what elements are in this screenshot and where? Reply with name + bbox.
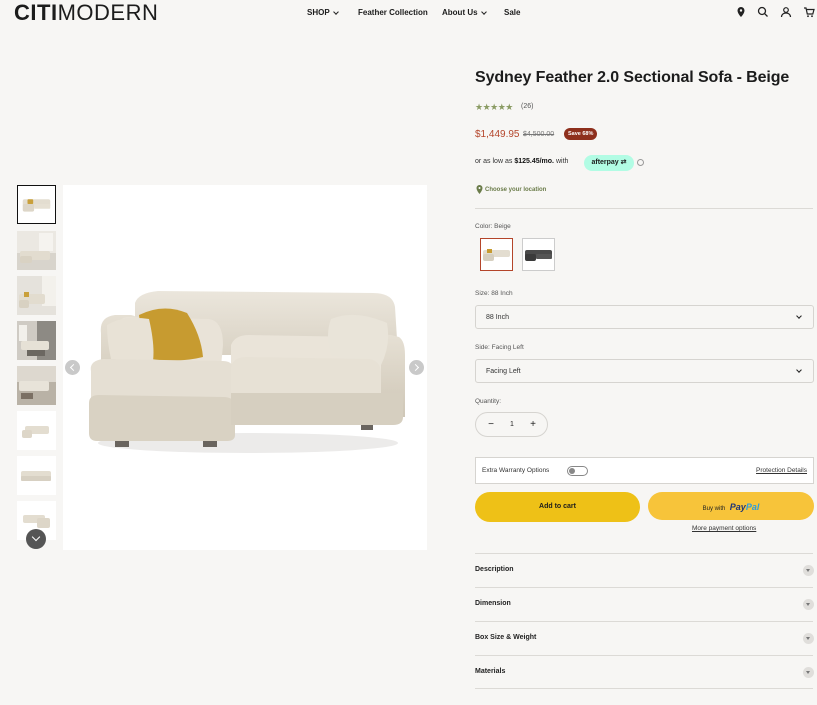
sale-price: $1,449.95 (475, 129, 520, 140)
thumbnails-scroll-down-button[interactable] (26, 529, 46, 549)
location-pin-icon (476, 185, 483, 194)
accordion-title: Box Size & Weight (475, 634, 537, 641)
afterpay-badge[interactable]: afterpay ⇄ (584, 155, 634, 171)
accordion-dimension[interactable]: Dimension (475, 588, 814, 621)
installment-amount: $125.45/mo. (514, 158, 555, 165)
sofa-thumb-image (17, 456, 56, 495)
thumbnail-5[interactable] (17, 366, 56, 405)
accordion-materials[interactable]: Materials (475, 656, 814, 689)
more-payment-options-link[interactable]: More payment options (692, 525, 756, 532)
chevron-down-icon (480, 9, 487, 15)
installment-prefix: or as low as (475, 158, 513, 165)
nav-item-about-us[interactable]: About Us (442, 8, 487, 17)
paypal-prefix: Buy with (702, 506, 726, 512)
chevron-down-icon (803, 633, 814, 644)
protection-details-link[interactable]: Protection Details (756, 467, 807, 474)
warranty-box: Extra Warranty Options Protection Detail… (475, 457, 814, 484)
thumbnail-7[interactable] (17, 456, 56, 495)
divider (475, 208, 813, 209)
logo[interactable]: CITIMODERN (14, 1, 158, 25)
next-image-button[interactable] (409, 360, 424, 375)
size-select-value: 88 Inch (486, 314, 509, 321)
logo-bold: CITI (14, 0, 58, 25)
accordion-box-size-weight[interactable]: Box Size & Weight (475, 622, 814, 655)
nav-item-sale[interactable]: Sale (504, 8, 520, 17)
thumbnail-2[interactable] (17, 231, 56, 270)
accordion-title: Dimension (475, 600, 511, 607)
quantity-increase-button[interactable]: + (527, 419, 539, 431)
installment-suffix: with (555, 158, 569, 165)
room-thumb-image (17, 231, 56, 270)
review-count[interactable]: (26) (521, 103, 533, 110)
size-select[interactable]: 88 Inch (475, 305, 814, 329)
side-select[interactable]: Facing Left (475, 359, 814, 383)
search-icon[interactable] (757, 6, 769, 18)
room-thumb-image (17, 276, 56, 315)
size-label: Size: 88 Inch (475, 290, 513, 297)
chevron-down-icon (332, 9, 339, 15)
beige-sofa-swatch-image (483, 249, 510, 261)
choose-location-link[interactable]: Choose your location (485, 187, 546, 193)
warranty-toggle[interactable] (567, 466, 588, 476)
product-title: Sydney Feather 2.0 Sectional Sofa - Beig… (475, 69, 790, 86)
divider (475, 688, 813, 689)
color-swatch-dark-grey[interactable] (522, 238, 555, 271)
installment-text: or as low as $125.45/mo. with (475, 158, 568, 165)
sofa-thumb-image (22, 199, 51, 212)
chevron-down-icon (803, 667, 814, 678)
side-select-value: Facing Left (486, 368, 521, 375)
thumbnail-3[interactable] (17, 276, 56, 315)
accordion-description[interactable]: Description (475, 554, 814, 587)
nav-label-feather-collection: Feather Collection (358, 8, 428, 17)
add-to-cart-button[interactable]: Add to cart (475, 492, 640, 522)
grey-sofa-swatch-image (525, 250, 552, 261)
nav-label-shop: SHOP (307, 8, 330, 17)
color-swatch-beige[interactable] (480, 238, 513, 271)
side-label: Side: Facing Left (475, 344, 524, 351)
chevron-down-icon (803, 599, 814, 610)
thumbnail-6[interactable] (17, 411, 56, 450)
quantity-label: Quantity: (475, 398, 502, 405)
chevron-down-icon (803, 565, 814, 576)
nav-label-sale: Sale (504, 8, 521, 17)
chevron-down-icon (796, 367, 802, 373)
warranty-label: Extra Warranty Options (482, 467, 550, 474)
chevron-down-icon (796, 313, 802, 319)
paypal-logo-pal: Pal (745, 502, 760, 512)
location-icon[interactable] (735, 6, 747, 18)
accordion-title: Description (475, 566, 514, 573)
quantity-value[interactable]: 1 (507, 421, 517, 428)
paypal-button[interactable]: Buy with PayPal (648, 492, 814, 520)
nav-item-feather-collection[interactable]: Feather Collection (358, 8, 428, 17)
room-thumb-image (17, 321, 56, 360)
sofa-image (89, 291, 405, 453)
rating-stars[interactable]: ★★★★★ (475, 102, 513, 113)
color-label: Color: Beige (475, 223, 511, 230)
thumbnail-4[interactable] (17, 321, 56, 360)
save-badge: Save 68% (564, 128, 598, 140)
previous-image-button[interactable] (65, 360, 80, 375)
nav-label-about-us: About Us (442, 8, 478, 17)
main-product-image[interactable] (63, 185, 427, 550)
nav-item-shop[interactable]: SHOP (307, 8, 339, 17)
info-icon[interactable] (637, 159, 644, 166)
sofa-thumb-image (17, 411, 56, 450)
compare-price: $4,500.00 (523, 131, 555, 138)
afterpay-arrow-icon: ⇄ (620, 159, 627, 166)
quantity-stepper: − 1 + (475, 412, 548, 437)
logo-light: MODERN (57, 0, 159, 25)
room-thumb-image (17, 366, 56, 405)
accordion-title: Materials (475, 668, 506, 675)
afterpay-label: afterpay (591, 159, 619, 166)
account-icon[interactable] (780, 6, 792, 18)
quantity-decrease-button[interactable]: − (485, 419, 497, 431)
thumbnail-1[interactable] (17, 185, 56, 224)
paypal-logo-pay: Pay (729, 502, 746, 512)
cart-icon[interactable] (803, 6, 815, 18)
